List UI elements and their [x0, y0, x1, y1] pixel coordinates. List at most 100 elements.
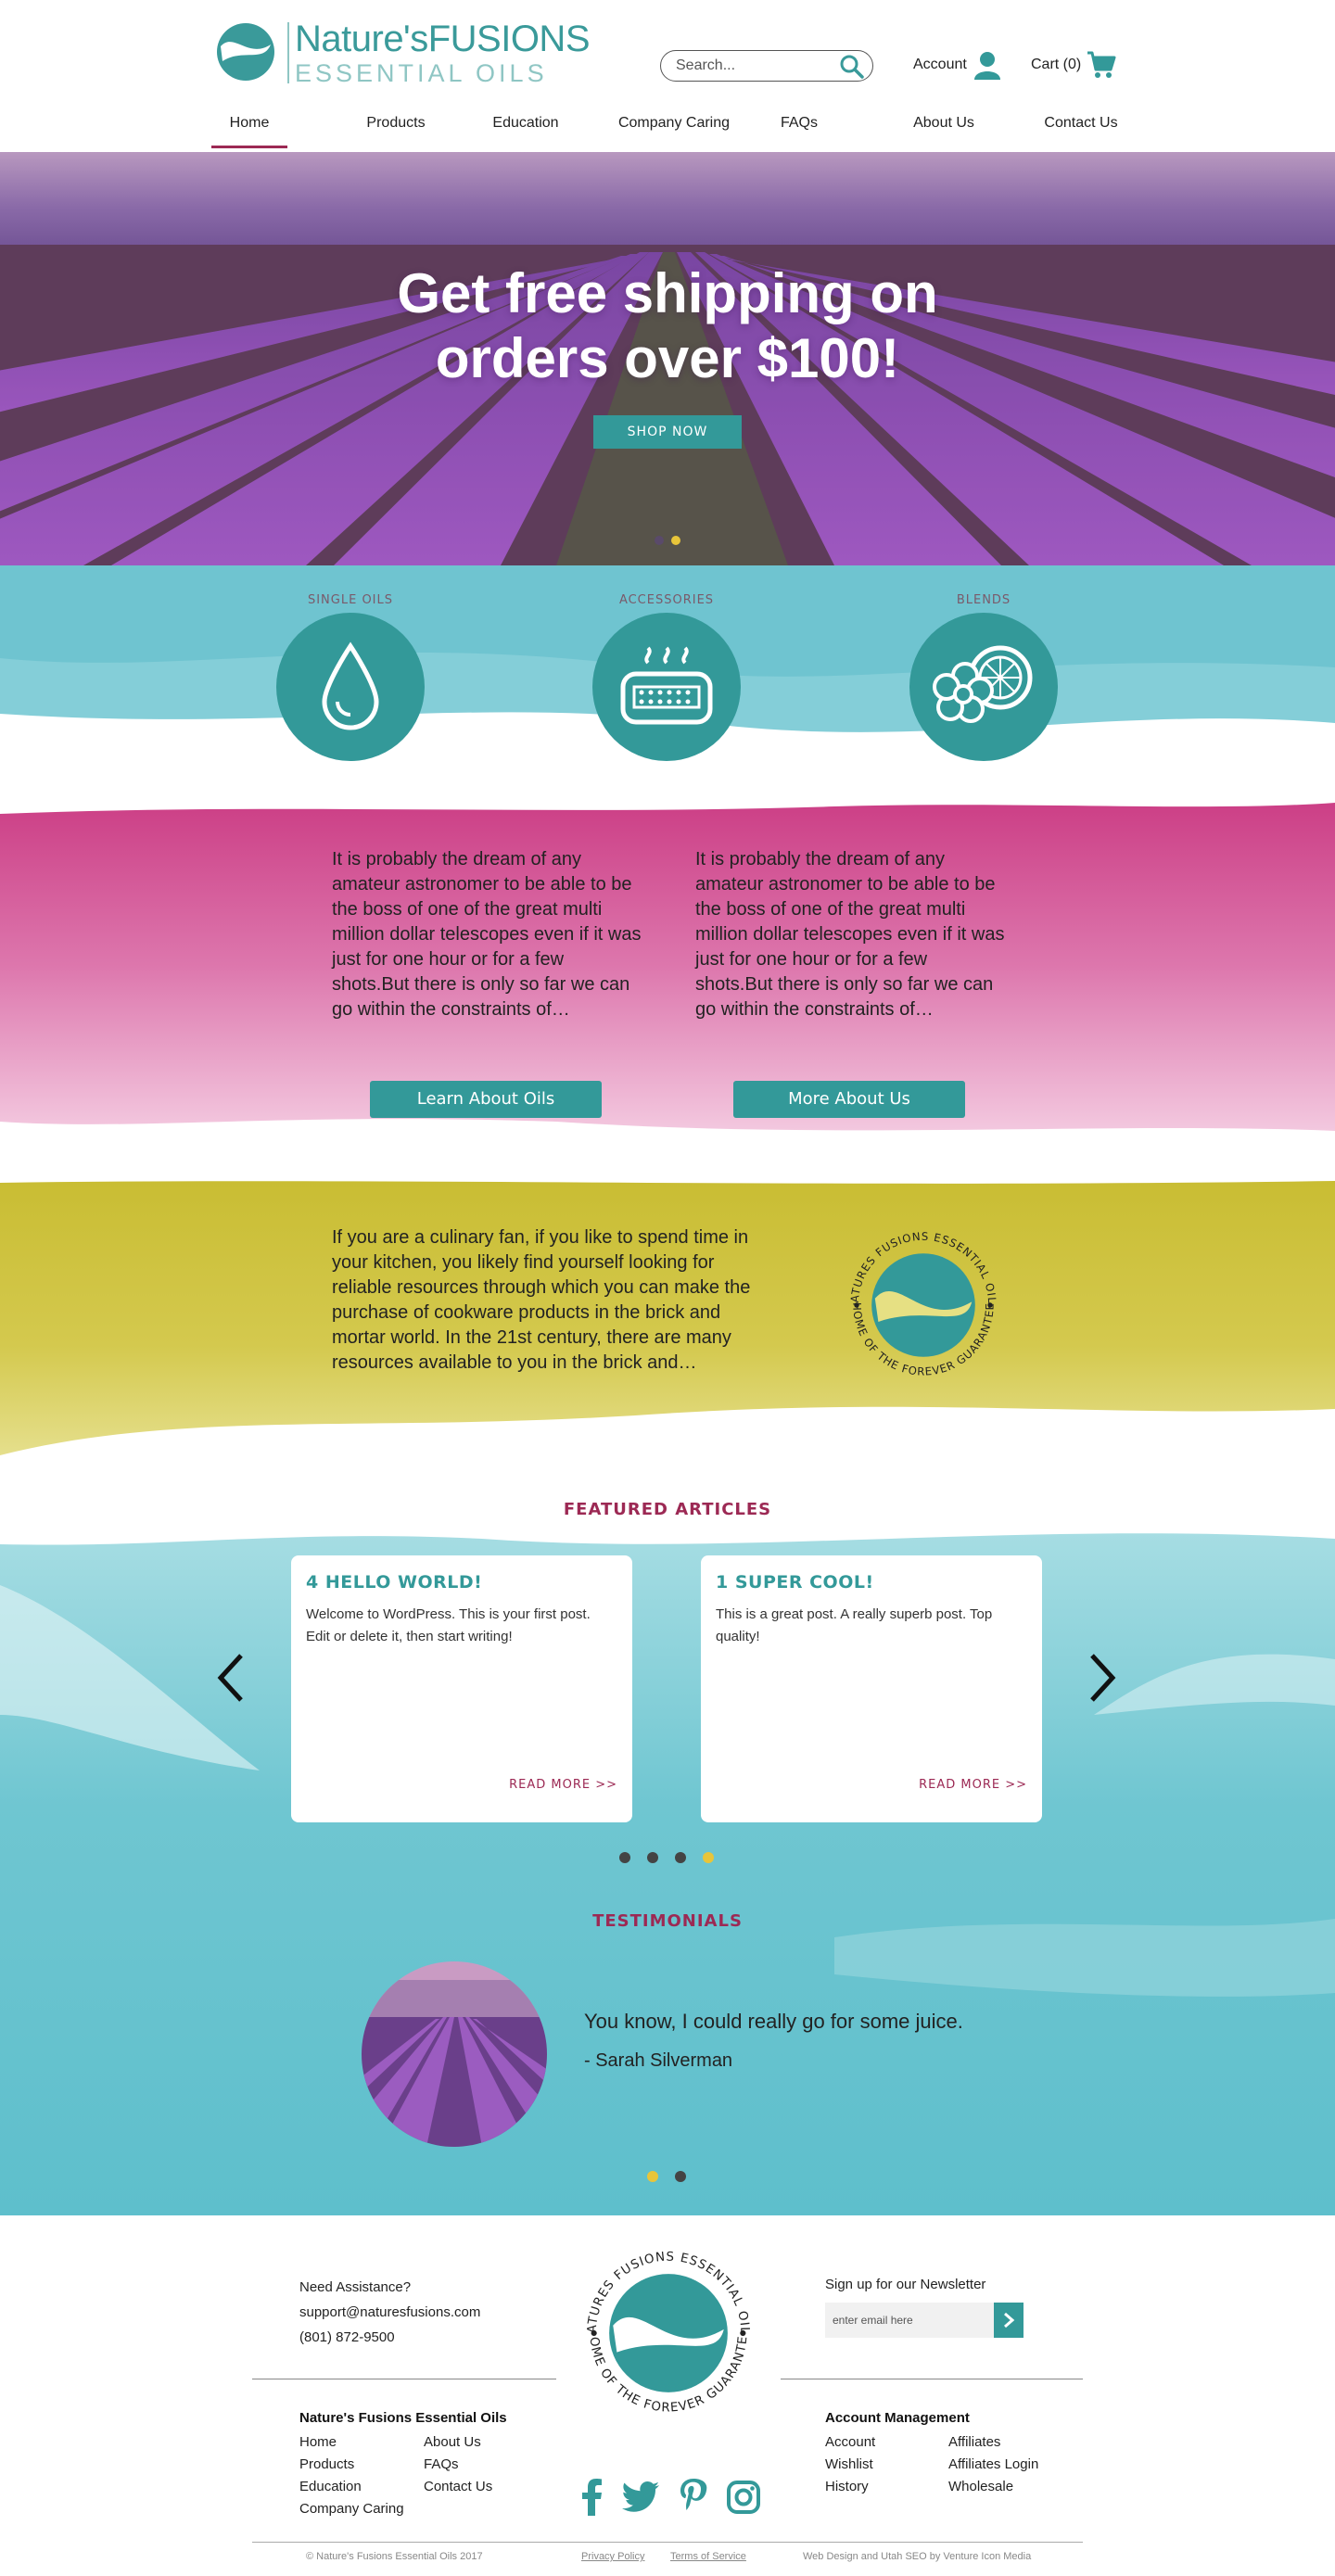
category-section: SINGLE OILS ACCESSORIES BLENDS: [0, 565, 1335, 816]
search-icon[interactable]: [839, 54, 865, 80]
diffuser-icon: [620, 646, 713, 725]
privacy-policy-link[interactable]: Privacy Policy: [581, 2551, 644, 2562]
pinterest-icon[interactable]: [680, 2479, 707, 2516]
category-circle: [276, 613, 425, 761]
category-single-oils[interactable]: SINGLE OILS: [272, 593, 429, 761]
nav-education[interactable]: Education: [465, 111, 586, 148]
about-text-right: It is probably the dream of any amateur …: [695, 849, 1005, 1020]
design-credit-link[interactable]: Web Design and Utah SEO by Venture Icon …: [803, 2551, 1031, 2562]
testimonial-quote: You know, I could really go for some jui…: [584, 2010, 963, 2033]
testimonial-author: - Sarah Silverman: [584, 2050, 733, 2071]
testimonial-photo: [362, 1961, 547, 2147]
footer-link-affiliates[interactable]: Affiliates: [948, 2434, 1000, 2450]
category-circle: [909, 613, 1058, 761]
articles-testimonials-section: FEATURED ARTICLES 4 HELLO WORLD! Welcome…: [0, 1474, 1335, 2215]
footer-bottom-divider: [252, 2542, 1083, 2543]
support-email-link[interactable]: support@naturesfusions.com: [299, 2300, 480, 2325]
logo-title: Nature'sFUSIONS: [295, 19, 591, 59]
cart-icon: [1087, 51, 1116, 78]
flower-citrus-icon: [933, 645, 1033, 723]
chevron-left-icon[interactable]: [213, 1650, 250, 1706]
nav-contact-us[interactable]: Contact Us: [1016, 111, 1146, 148]
footer-link-wholesale[interactable]: Wholesale: [948, 2479, 1013, 2494]
search-box: [660, 50, 873, 82]
footer-link-faqs[interactable]: FAQs: [424, 2456, 459, 2472]
terms-of-service-link[interactable]: Terms of Service: [670, 2551, 746, 2562]
nav-faqs[interactable]: FAQs: [753, 111, 846, 148]
category-accessories[interactable]: ACCESSORIES: [588, 593, 745, 761]
article-title[interactable]: 4 HELLO WORLD!: [306, 1572, 482, 1593]
article-page-dot-3[interactable]: [675, 1852, 686, 1863]
article-title[interactable]: 1 SUPER COOL!: [716, 1572, 874, 1593]
testimonial-page-dot-1[interactable]: [647, 2171, 658, 2182]
featured-articles-title: FEATURED ARTICLES: [563, 1500, 772, 1519]
footer-guarantee-seal: NATURES FUSIONS ESSENTIAL OILS HOME OF T…: [573, 2238, 750, 2416]
assistance-block: Need Assistance? support@naturesfusions.…: [299, 2275, 480, 2350]
nav-about-us[interactable]: About Us: [879, 111, 1009, 148]
about-section: It is probably the dream of any amateur …: [0, 797, 1335, 1186]
read-more-link[interactable]: READ MORE >>: [509, 1778, 617, 1792]
footer-company-title: Nature's Fusions Essential Oils: [299, 2410, 507, 2426]
category-label: BLENDS: [956, 593, 1011, 607]
footer-link-education[interactable]: Education: [299, 2479, 362, 2494]
category-blends[interactable]: BLENDS: [905, 593, 1062, 761]
search-input[interactable]: [676, 56, 833, 76]
footer-link-company-caring[interactable]: Company Caring: [299, 2501, 404, 2517]
main-nav: Home Products Education Company Caring F…: [211, 111, 1124, 148]
article-card-1[interactable]: 4 HELLO WORLD! Welcome to WordPress. Thi…: [291, 1555, 632, 1822]
newsletter-email-input[interactable]: [825, 2303, 994, 2338]
footer-link-wishlist[interactable]: Wishlist: [825, 2456, 873, 2472]
nav-home[interactable]: Home: [211, 111, 287, 148]
footer-link-history[interactable]: History: [825, 2479, 869, 2494]
category-label: SINGLE OILS: [307, 593, 394, 607]
article-page-dot-2[interactable]: [647, 1852, 658, 1863]
footer-link-about-us[interactable]: About Us: [424, 2434, 481, 2450]
more-about-us-button[interactable]: More About Us: [733, 1081, 965, 1118]
learn-about-oils-button[interactable]: Learn About Oils: [370, 1081, 602, 1118]
pink-watercolor-background: [0, 803, 1335, 1131]
guarantee-seal: NATURES FUSIONS ESSENTIAL OILS HOME OF T…: [840, 1222, 998, 1378]
lavender-photo-image: [362, 1961, 547, 2147]
social-links: [580, 2477, 760, 2518]
footer-link-affiliates-login[interactable]: Affiliates Login: [948, 2456, 1038, 2472]
copyright-text: © Nature's Fusions Essential Oils 2017: [306, 2551, 483, 2562]
account-link[interactable]: Account: [913, 48, 1002, 82]
footer-link-products[interactable]: Products: [299, 2456, 354, 2472]
account-label: Account: [913, 57, 967, 72]
footer-link-contact-us[interactable]: Contact Us: [424, 2479, 492, 2494]
footer-link-home[interactable]: Home: [299, 2434, 337, 2450]
newsletter-submit-button[interactable]: [994, 2303, 1024, 2338]
facebook-icon[interactable]: [580, 2479, 603, 2516]
shop-now-button[interactable]: SHOP NOW: [593, 415, 742, 449]
culinary-text: If you are a culinary fan, if you like t…: [332, 1227, 751, 1373]
chevron-right-icon[interactable]: [1083, 1650, 1120, 1706]
category-label: ACCESSORIES: [618, 593, 715, 607]
category-circle: [592, 613, 741, 761]
hero-slide-dot-2[interactable]: [671, 536, 680, 545]
nav-company-caring[interactable]: Company Caring: [595, 111, 753, 148]
site-logo[interactable]: Nature'sFUSIONS ESSENTIAL OILS: [215, 19, 591, 87]
assist-title: Need Assistance?: [299, 2279, 412, 2295]
cart-link[interactable]: Cart (0): [1031, 48, 1116, 82]
testimonial-page-dot-2[interactable]: [675, 2171, 686, 2182]
site-footer: Need Assistance? support@naturesfusions.…: [0, 2215, 1335, 2576]
instagram-icon[interactable]: [726, 2481, 760, 2514]
footer-account-title: Account Management: [825, 2410, 970, 2426]
logo-subtitle: ESSENTIAL OILS: [295, 59, 548, 87]
hero-slide-dot-1[interactable]: [655, 536, 664, 545]
article-page-dot-4[interactable]: [703, 1852, 714, 1863]
nav-products[interactable]: Products: [336, 111, 456, 148]
cart-label: Cart (0): [1031, 57, 1082, 72]
article-excerpt: Welcome to WordPress. This is your first…: [306, 1606, 591, 1644]
twitter-icon[interactable]: [622, 2481, 660, 2513]
article-page-dot-1[interactable]: [619, 1852, 630, 1863]
article-card-2[interactable]: 1 SUPER COOL! This is a great post. A re…: [701, 1555, 1042, 1822]
footer-link-account[interactable]: Account: [825, 2434, 875, 2450]
newsletter-title: Sign up for our Newsletter: [825, 2277, 986, 2292]
user-icon: [973, 52, 1000, 80]
hero-title: Get free shipping on orders over $100!: [397, 262, 938, 389]
support-phone-link[interactable]: (801) 872-9500: [299, 2325, 480, 2350]
hero-banner: Get free shipping on orders over $100! SH…: [0, 152, 1335, 565]
read-more-link[interactable]: READ MORE >>: [919, 1778, 1027, 1792]
logo-divider: [287, 22, 289, 83]
